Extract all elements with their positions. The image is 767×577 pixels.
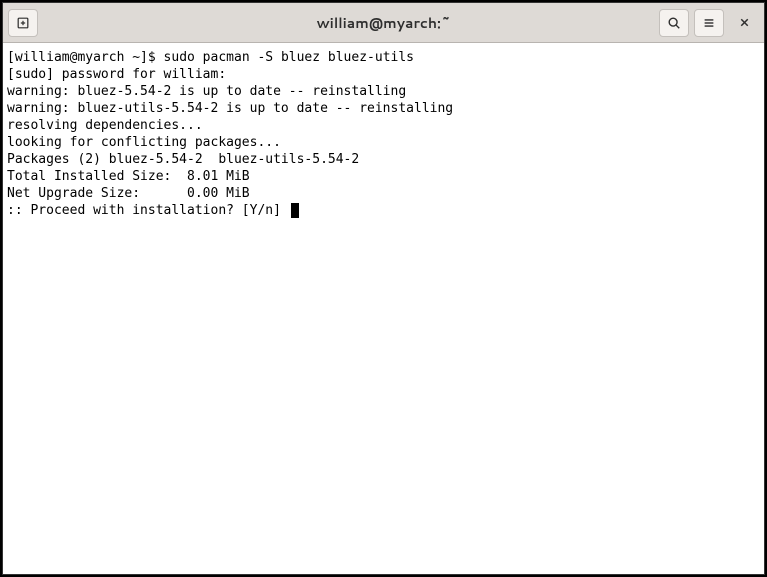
proceed-prompt: :: Proceed with installation? [Y/n] bbox=[7, 203, 289, 218]
terminal-line: looking for conflicting packages... bbox=[7, 134, 760, 151]
titlebar-left bbox=[8, 9, 38, 37]
menu-button[interactable] bbox=[694, 9, 724, 37]
window-title: william@myarch:~ bbox=[316, 13, 450, 33]
close-icon bbox=[738, 16, 751, 29]
terminal-line: :: Proceed with installation? [Y/n] bbox=[7, 202, 760, 219]
hamburger-icon bbox=[702, 16, 716, 30]
cursor bbox=[291, 203, 299, 218]
terminal-line: resolving dependencies... bbox=[7, 117, 760, 134]
terminal-line: [sudo] password for william: bbox=[7, 66, 760, 83]
shell-prompt: [william@myarch ~]$ bbox=[7, 50, 164, 65]
terminal-line: Packages (2) bluez-5.54-2 bluez-utils-5.… bbox=[7, 151, 760, 168]
terminal-area[interactable]: [william@myarch ~]$ sudo pacman -S bluez… bbox=[3, 43, 764, 574]
terminal-window: william@myarch:~ bbox=[2, 2, 765, 575]
new-tab-icon bbox=[16, 16, 30, 30]
terminal-line: Net Upgrade Size: 0.00 MiB bbox=[7, 185, 760, 202]
terminal-line: warning: bluez-5.54-2 is up to date -- r… bbox=[7, 83, 760, 100]
terminal-line: Total Installed Size: 8.01 MiB bbox=[7, 168, 760, 185]
terminal-line: [william@myarch ~]$ sudo pacman -S bluez… bbox=[7, 49, 760, 66]
search-icon bbox=[667, 16, 681, 30]
new-tab-button[interactable] bbox=[8, 9, 38, 37]
shell-command: sudo pacman -S bluez bluez-utils bbox=[164, 50, 414, 65]
titlebar: william@myarch:~ bbox=[3, 3, 764, 43]
close-button[interactable] bbox=[729, 9, 759, 37]
terminal-line: warning: bluez-utils-5.54-2 is up to dat… bbox=[7, 100, 760, 117]
titlebar-right bbox=[659, 9, 759, 37]
search-button[interactable] bbox=[659, 9, 689, 37]
